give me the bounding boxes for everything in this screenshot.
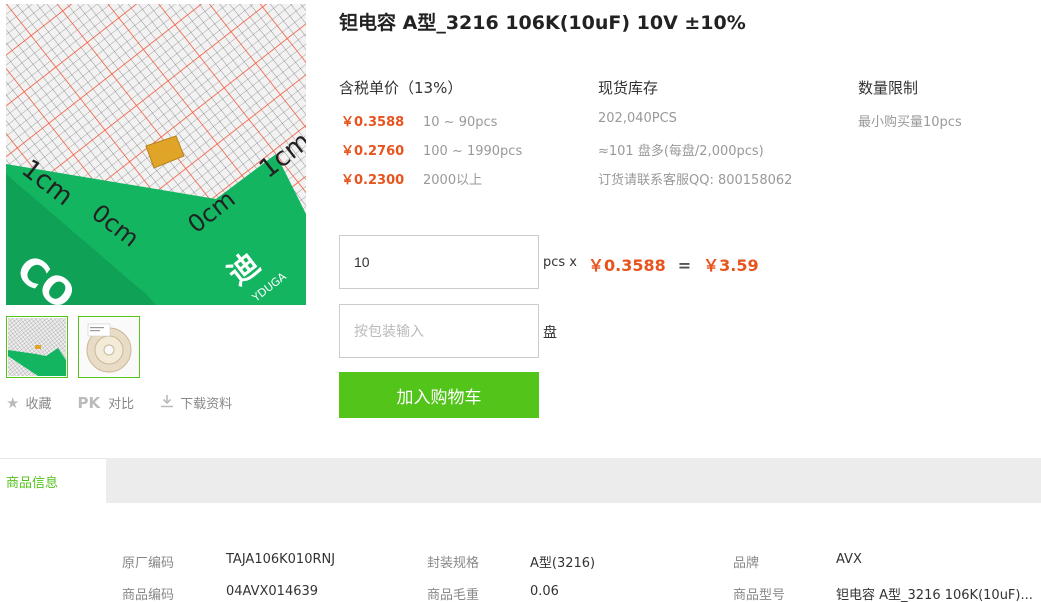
price-tier: ￥0.2300 2000以上 [341,169,482,188]
detail-value: TAJA106K010RNJ [226,552,336,567]
unit-price: ￥0.3588 [588,256,666,275]
download-label: 下载资料 [180,397,233,412]
package-input[interactable] [339,304,539,358]
min-order: 最小购买量10pcs [858,115,962,130]
tab-bar: 商品信息 [0,458,1041,503]
download-icon [160,394,174,412]
favorite-button[interactable]: ★ 收藏 [6,393,52,413]
detail-key: 商品编码 [122,588,175,602]
detail-key: 品牌 [733,556,760,571]
detail-value: 钽电容 A型_3216 106K(10uF)... [836,588,1033,602]
total-price: ￥3.59 [703,256,759,275]
stock-header: 现货库存 [598,79,659,97]
price-calculation: ￥0.3588 = ￥3.59 [588,252,759,276]
download-button[interactable]: 下载资料 [160,393,232,412]
stock-reels: ≈101 盘多(每盘/2,000pcs) [598,144,764,159]
detail-key: 商品毛重 [427,588,480,602]
favorite-label: 收藏 [25,397,52,412]
detail-key: 原厂编码 [122,556,175,571]
tier-range: 10 ~ 90pcs [423,115,498,130]
compare-button[interactable]: PK 对比 [77,393,135,413]
price-tier: ￥0.2760 100 ~ 1990pcs [341,140,522,159]
equals-sign: = [677,256,692,275]
detail-value: A型(3216) [530,556,596,571]
detail-value: AVX [836,552,862,567]
tier-price: ￥0.2760 [341,144,405,159]
price-header: 含税单价（13%） [339,79,463,97]
detail-key: 商品型号 [733,588,786,602]
tier-price: ￥0.3588 [341,115,405,130]
tier-range: 100 ~ 1990pcs [423,144,523,159]
detail-value: 0.06 [530,584,559,599]
product-title: 钽电容 A型_3216 106K(10uF) 10V ±10% [339,12,746,34]
add-to-cart-button[interactable]: 加入购物车 [339,372,539,418]
detail-key: 封装规格 [427,556,480,571]
tier-price: ￥0.2300 [341,173,405,188]
package-unit: 盘 [543,325,557,341]
thumbnail-reel[interactable] [78,316,140,378]
pcs-multiplier: pcs x [543,255,577,270]
tab-product-info[interactable]: 商品信息 [0,458,106,503]
pk-icon: PK [77,393,101,412]
stock-quantity: 202,040PCS [598,111,677,126]
compare-label: 对比 [108,397,135,412]
price-tier: ￥0.3588 10 ~ 90pcs [341,111,497,130]
detail-value: 04AVX014639 [226,584,319,599]
thumbnail-strip [6,316,140,378]
limit-header: 数量限制 [858,79,919,97]
quantity-input[interactable] [339,235,539,289]
stock-contact: 订货请联系客服QQ: 800158062 [598,173,793,188]
product-main-image: 1cm 0cm 0cm 1cm CO 迪 YDUGA [6,4,306,305]
tier-range: 2000以上 [423,173,483,188]
star-icon: ★ [6,393,20,412]
product-actions: ★ 收藏 PK 对比 下载资料 [6,393,258,413]
thumbnail-ruler[interactable] [6,316,68,378]
